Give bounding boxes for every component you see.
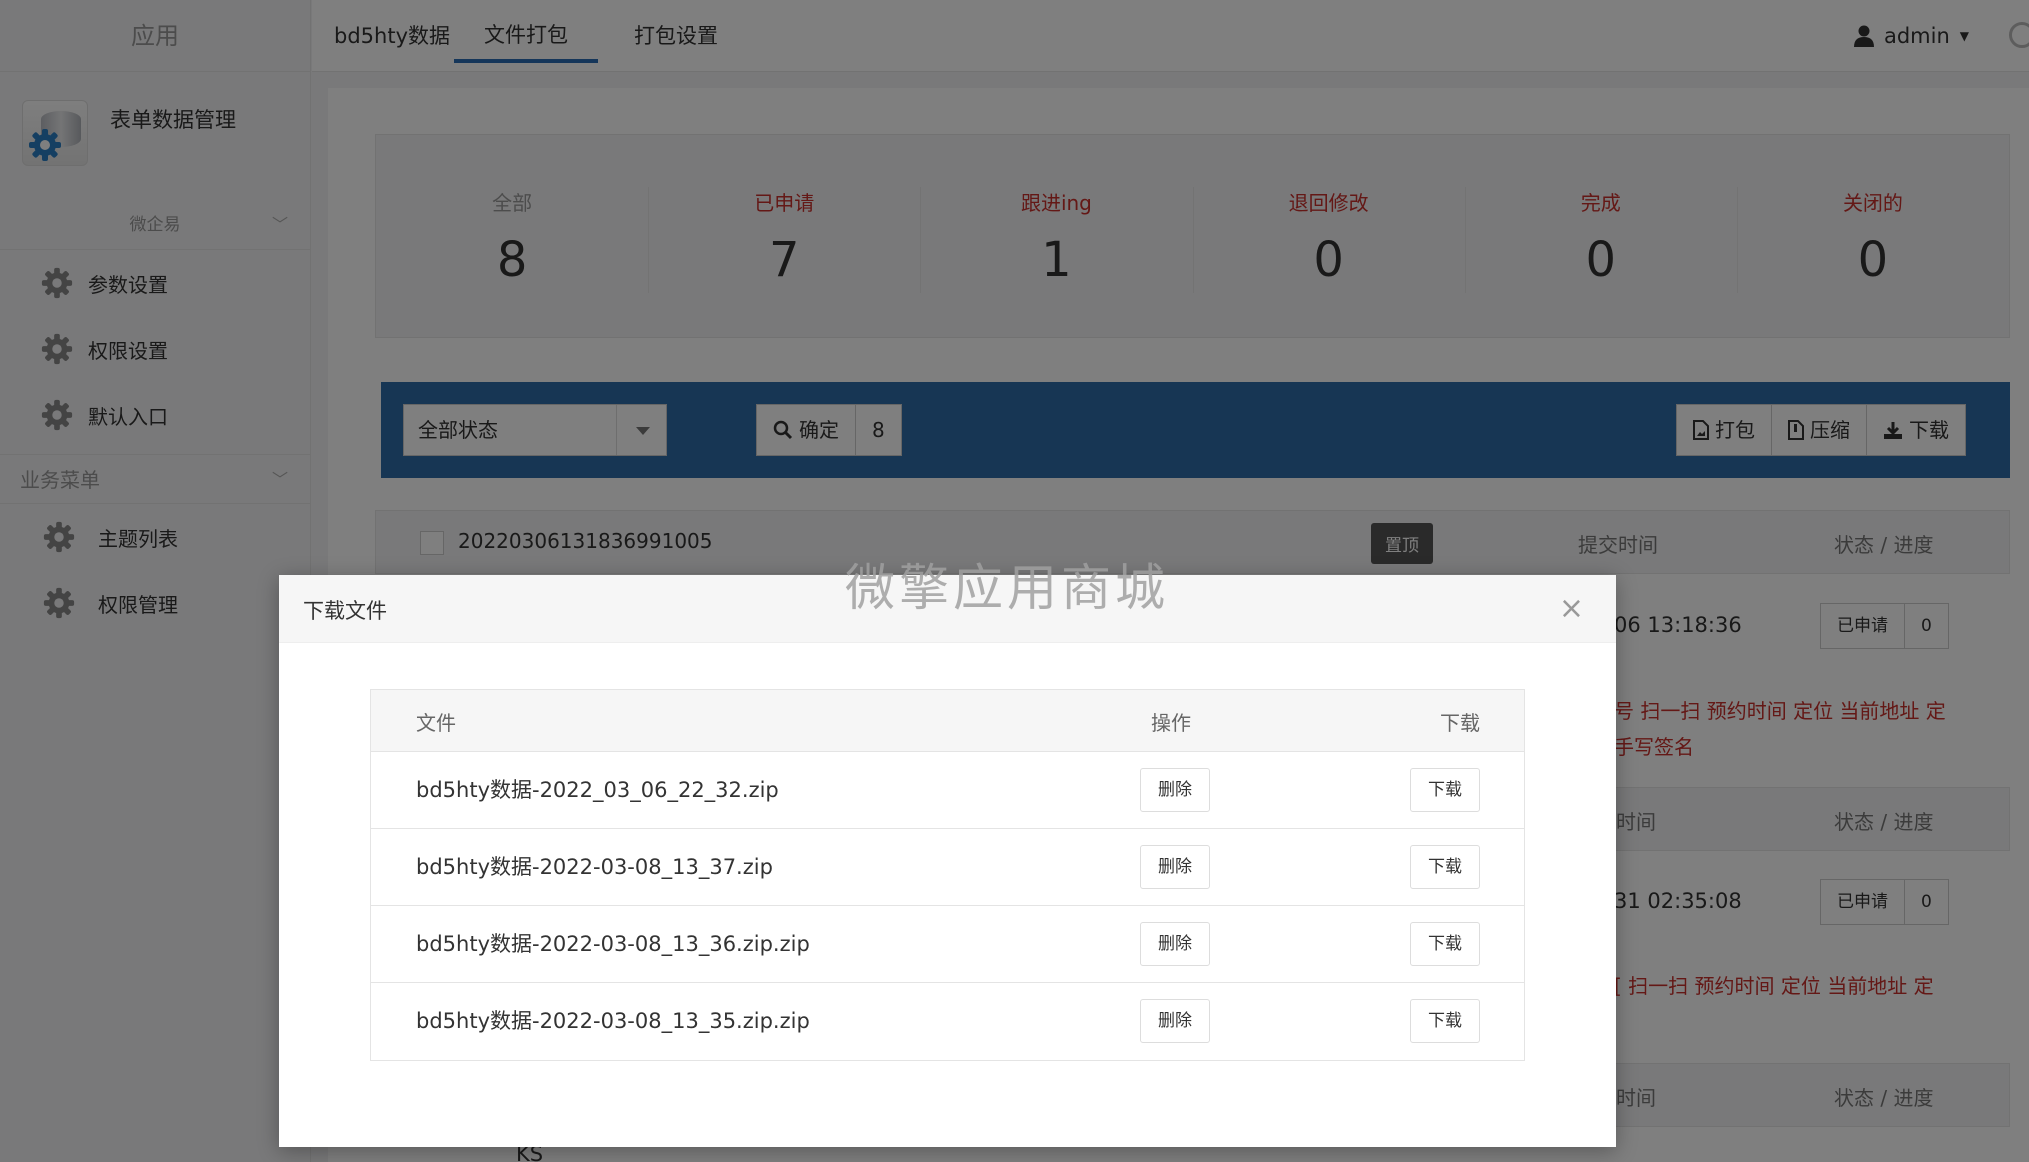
table-row: bd5hty数据-2022-03-08_13_36.zip.zip 删除 下载	[371, 906, 1524, 983]
files-table-header: 文件 操作 下载	[371, 690, 1524, 752]
delete-button[interactable]: 删除	[1140, 999, 1210, 1043]
watermark: 微擎应用商城	[845, 559, 1169, 617]
download-file-button[interactable]: 下载	[1410, 922, 1480, 966]
modal-title: 下载文件	[303, 599, 387, 623]
delete-button[interactable]: 删除	[1140, 922, 1210, 966]
file-name: bd5hty数据-2022-03-08_13_36.zip.zip	[416, 932, 810, 956]
files-table: 文件 操作 下载 bd5hty数据-2022_03_06_22_32.zip 删…	[370, 689, 1525, 1061]
close-icon[interactable]: ×	[1559, 591, 1584, 626]
download-file-button[interactable]: 下载	[1410, 845, 1480, 889]
download-file-button[interactable]: 下载	[1410, 999, 1480, 1043]
file-name: bd5hty数据-2022-03-08_13_37.zip	[416, 855, 773, 879]
delete-button[interactable]: 删除	[1140, 845, 1210, 889]
delete-button[interactable]: 删除	[1140, 768, 1210, 812]
download-file-button[interactable]: 下载	[1410, 768, 1480, 812]
download-files-modal: 下载文件 × 文件 操作 下载 bd5hty数据-2022_03_06_22_3…	[279, 575, 1616, 1147]
file-name: bd5hty数据-2022_03_06_22_32.zip	[416, 778, 779, 802]
table-row: bd5hty数据-2022-03-08_13_37.zip 删除 下载	[371, 829, 1524, 906]
file-name: bd5hty数据-2022-03-08_13_35.zip.zip	[416, 1009, 810, 1033]
table-row: bd5hty数据-2022-03-08_13_35.zip.zip 删除 下载	[371, 983, 1524, 1060]
table-row: bd5hty数据-2022_03_06_22_32.zip 删除 下载	[371, 752, 1524, 829]
